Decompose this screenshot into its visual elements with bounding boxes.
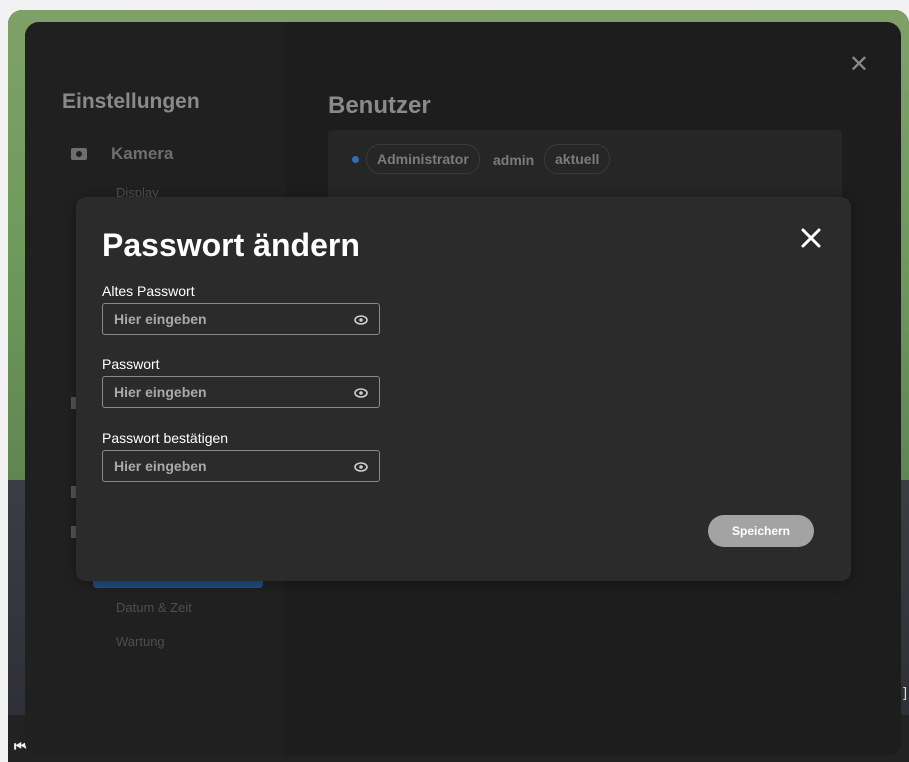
new-password-label: Passwort <box>102 356 160 372</box>
sidebar-item-label: Kamera <box>111 144 174 163</box>
old-password-input[interactable] <box>103 304 339 334</box>
eye-icon[interactable] <box>354 460 368 472</box>
sidebar-item-camera[interactable]: Kamera <box>71 144 173 164</box>
sidebar-subitem-maintenance[interactable]: Wartung <box>116 634 165 649</box>
old-password-label: Altes Passwort <box>102 283 195 299</box>
confirm-password-label: Passwort bestätigen <box>102 430 229 446</box>
sidebar-active-indicator <box>93 580 263 588</box>
role-badge: Administrator <box>366 144 480 174</box>
camera-icon <box>71 148 87 160</box>
old-password-field <box>102 303 380 335</box>
new-password-field <box>102 376 380 408</box>
edge-bracket-icon: ] <box>903 684 907 700</box>
confirm-password-input[interactable] <box>103 451 339 481</box>
eye-icon[interactable] <box>354 313 368 325</box>
settings-title: Einstellungen <box>62 90 200 113</box>
status-dot <box>352 156 359 163</box>
close-icon[interactable]: ✕ <box>849 50 869 79</box>
dialog-title: Passwort ändern <box>102 227 360 263</box>
user-panel: Administrator admin aktuell <box>328 130 842 200</box>
new-password-input[interactable] <box>103 377 339 407</box>
change-password-dialog: Passwort ändern Altes Passwort Passwort … <box>76 197 851 581</box>
page-title: Benutzer <box>328 92 431 119</box>
save-button[interactable]: Speichern <box>708 515 814 547</box>
confirm-password-field <box>102 450 380 482</box>
status-badge: aktuell <box>544 144 611 174</box>
close-icon[interactable] <box>798 225 824 251</box>
eye-icon[interactable] <box>354 386 368 398</box>
user-name: admin <box>493 152 535 168</box>
sidebar-subitem-date-time[interactable]: Datum & Zeit <box>116 600 192 615</box>
